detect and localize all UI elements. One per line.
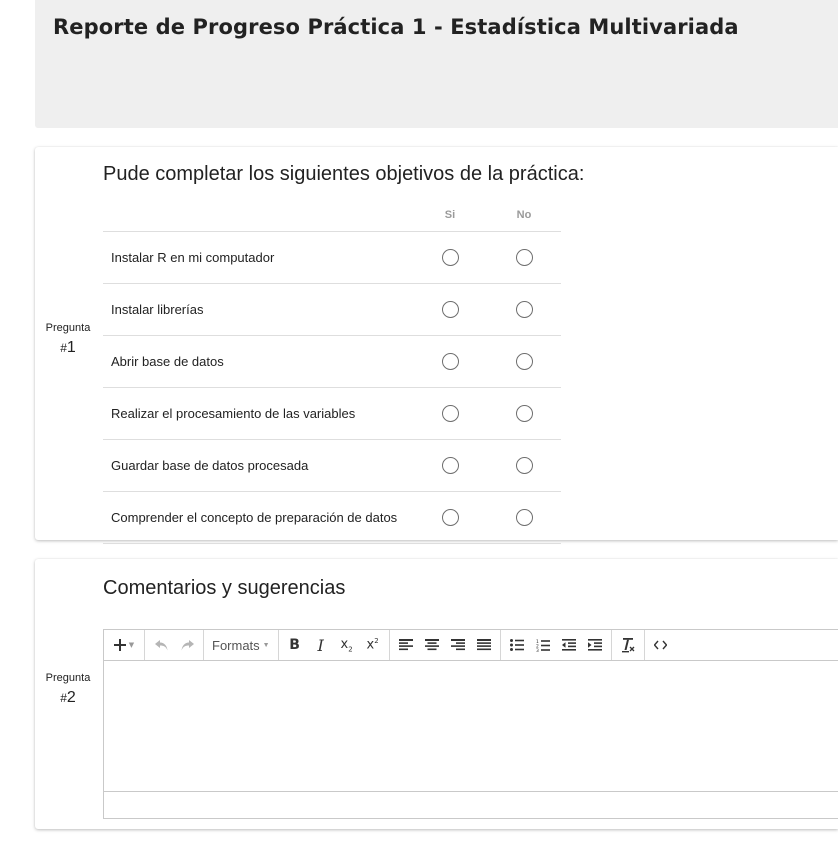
question-hash: #: [60, 341, 67, 355]
svg-text:3: 3: [536, 648, 539, 652]
rich-text-editor: ▼ Formats ▼ B I x2 x2 1 2 3: [103, 629, 838, 819]
row-label: Instalar librerías: [103, 283, 413, 336]
row-label: Instalar R en mi computador: [103, 231, 413, 284]
radio-no-row-6[interactable]: [515, 509, 533, 527]
clear-formatting-icon[interactable]: [615, 633, 641, 657]
matrix-row: Guardar base de datos procesada: [103, 439, 561, 492]
matrix-row: Abrir base de datos: [103, 335, 561, 388]
history-group: [145, 630, 204, 660]
redo-icon[interactable]: [174, 633, 200, 657]
question-label: Pregunta: [45, 672, 91, 684]
matrix-row: Realizar el procesamiento de las variabl…: [103, 387, 561, 440]
editor-content-area[interactable]: [104, 661, 838, 792]
indent-icon[interactable]: [582, 633, 608, 657]
question-hash: #: [60, 691, 67, 705]
question-card-2: Pregunta #2 Comentarios y sugerencias ▼: [35, 559, 838, 829]
formats-dropdown[interactable]: Formats ▼: [207, 633, 275, 657]
radio-no-row-2[interactable]: [515, 301, 533, 319]
row-label: Realizar el procesamiento de las variabl…: [103, 387, 413, 440]
question-number: 2: [66, 689, 76, 706]
insert-group: ▼: [104, 630, 145, 660]
matrix-row: Instalar librerías: [103, 283, 561, 336]
outdent-icon[interactable]: [556, 633, 582, 657]
question-number-1: Pregunta #1: [35, 322, 101, 357]
question-number: 1: [66, 339, 76, 356]
formats-group: Formats ▼: [204, 630, 279, 660]
editor-toolbar: ▼ Formats ▼ B I x2 x2 1 2 3: [104, 630, 838, 661]
align-center-icon[interactable]: [419, 633, 445, 657]
row-label: Comprender el concepto de preparación de…: [103, 491, 413, 544]
matrix-row: Comprender el concepto de preparación de…: [103, 491, 561, 544]
row-label: Abrir base de datos: [103, 335, 413, 388]
align-justify-icon[interactable]: [471, 633, 497, 657]
objectives-matrix: Si No Instalar R en mi computador Instal…: [103, 199, 561, 544]
text-style-group: B I x2 x2: [279, 630, 390, 660]
subscript-icon[interactable]: x2: [334, 633, 360, 657]
radio-si-row-6[interactable]: [441, 509, 459, 527]
radio-no-row-4[interactable]: [515, 405, 533, 423]
column-header-si: Si: [444, 209, 456, 221]
italic-icon[interactable]: I: [308, 633, 334, 657]
radio-si-row-3[interactable]: [441, 353, 459, 371]
chevron-down-icon: ▼: [262, 641, 270, 649]
align-left-icon[interactable]: [393, 633, 419, 657]
matrix-corner: [103, 199, 413, 232]
formats-label: Formats: [212, 637, 260, 653]
bold-icon[interactable]: B: [282, 633, 308, 657]
bullet-list-icon[interactable]: [504, 633, 530, 657]
row-label: Guardar base de datos procesada: [103, 439, 413, 492]
question-label: Pregunta: [45, 322, 91, 334]
plus-icon[interactable]: ▼: [107, 633, 141, 657]
radio-no-row-5[interactable]: [515, 457, 533, 475]
editor-status-bar: [104, 792, 838, 817]
matrix-row: Instalar R en mi computador: [103, 231, 561, 284]
form-header: Reporte de Progreso Práctica 1 - Estadís…: [35, 0, 838, 128]
matrix-header-row: Si No: [103, 199, 561, 232]
form-title: Reporte de Progreso Práctica 1 - Estadís…: [53, 15, 739, 39]
column-header-no: No: [516, 209, 532, 221]
superscript-icon[interactable]: x2: [360, 633, 386, 657]
question-title-2: Comentarios y sugerencias: [103, 577, 346, 599]
code-group: [645, 630, 677, 660]
numbered-list-icon[interactable]: 123: [530, 633, 556, 657]
align-right-icon[interactable]: [445, 633, 471, 657]
question-number-2: Pregunta #2: [35, 672, 101, 707]
question-card-1: Pregunta #1 Pude completar los siguiente…: [35, 147, 838, 544]
clear-group: [612, 630, 645, 660]
question-title-1: Pude completar los siguientes objetivos …: [103, 163, 585, 185]
radio-si-row-4[interactable]: [441, 405, 459, 423]
alignment-group: [390, 630, 501, 660]
radio-si-row-1[interactable]: [441, 249, 459, 267]
undo-icon[interactable]: [148, 633, 174, 657]
radio-no-row-1[interactable]: [515, 249, 533, 267]
source-code-icon[interactable]: [648, 633, 674, 657]
radio-si-row-5[interactable]: [441, 457, 459, 475]
radio-no-row-3[interactable]: [515, 353, 533, 371]
radio-si-row-2[interactable]: [441, 301, 459, 319]
list-group: 123: [501, 630, 612, 660]
